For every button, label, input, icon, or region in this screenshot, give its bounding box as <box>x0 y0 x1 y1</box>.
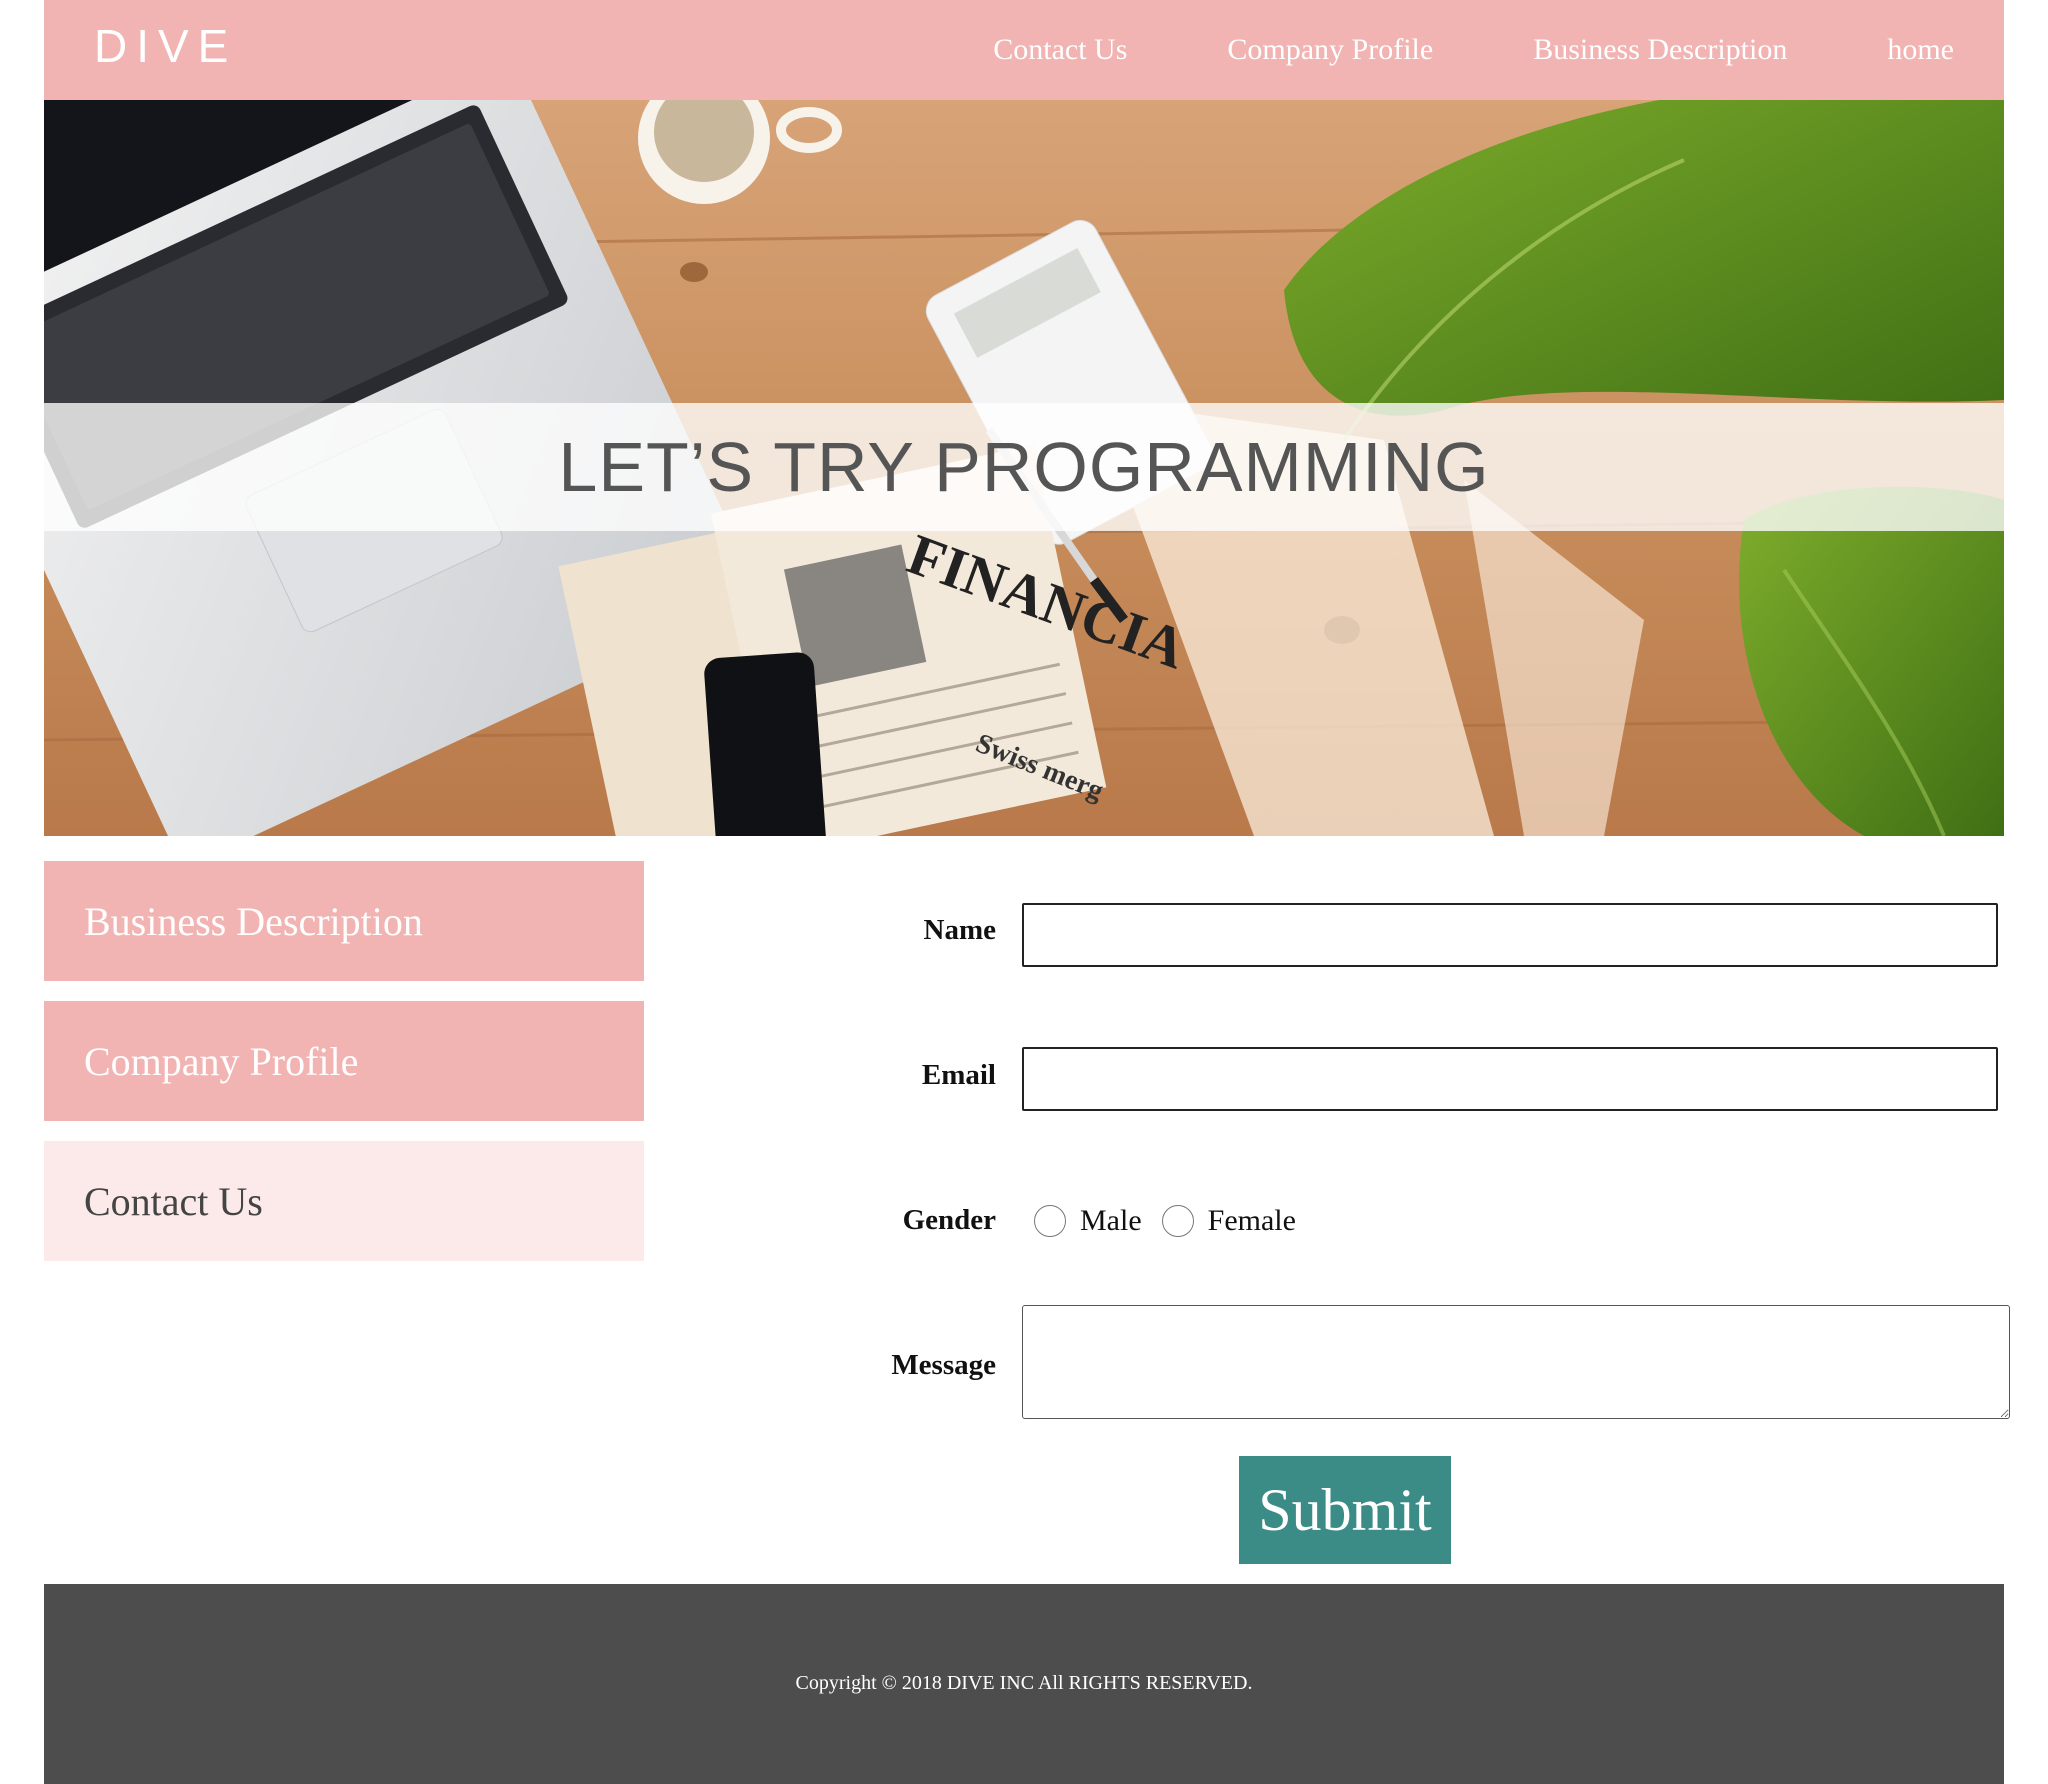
hero-title: LET’S TRY PROGRAMMING <box>558 428 1490 506</box>
copyright-text: Copyright © 2018 DIVE INC All RIGHTS RES… <box>795 1672 1253 1694</box>
male-radio-label[interactable]: Male <box>1080 1204 1142 1238</box>
page: DIVE Contact Us Company Profile Business… <box>44 0 2010 1784</box>
email-input[interactable] <box>1022 1047 1998 1111</box>
name-label: Name <box>923 914 996 946</box>
submit-button[interactable]: Submit <box>1239 1456 1451 1564</box>
hero-title-band: LET’S TRY PROGRAMMING <box>44 403 2004 531</box>
gender-label: Gender <box>902 1204 996 1236</box>
logo[interactable]: DIVE <box>94 18 237 74</box>
gender-radio-group: Male Female <box>1034 1204 1316 1238</box>
name-input[interactable] <box>1022 903 1998 967</box>
top-header: DIVE Contact Us Company Profile Business… <box>44 0 2004 100</box>
hero-banner: FINANCIA Swiss merg LET’S TRY PROGRAMMIN… <box>44 100 2004 836</box>
message-textarea[interactable] <box>1022 1305 2010 1419</box>
sidebar-item-contact-us[interactable]: Contact Us <box>44 1141 644 1261</box>
male-radio[interactable] <box>1034 1205 1066 1237</box>
email-label: Email <box>921 1059 996 1091</box>
nav-link-company-profile[interactable]: Company Profile <box>1227 33 1433 67</box>
nav-link-home[interactable]: home <box>1887 33 1954 67</box>
female-radio-label[interactable]: Female <box>1208 1204 1296 1238</box>
sidebar-item-company-profile[interactable]: Company Profile <box>44 1001 644 1121</box>
footer: Copyright © 2018 DIVE INC All RIGHTS RES… <box>44 1584 2004 1784</box>
nav-link-business-description[interactable]: Business Description <box>1533 33 1787 67</box>
nav-link-contact-us[interactable]: Contact Us <box>993 33 1127 67</box>
sidebar-item-business-description[interactable]: Business Description <box>44 861 644 981</box>
top-nav: Contact Us Company Profile Business Desc… <box>893 0 1954 100</box>
message-label: Message <box>891 1349 996 1381</box>
female-radio[interactable] <box>1161 1205 1194 1237</box>
